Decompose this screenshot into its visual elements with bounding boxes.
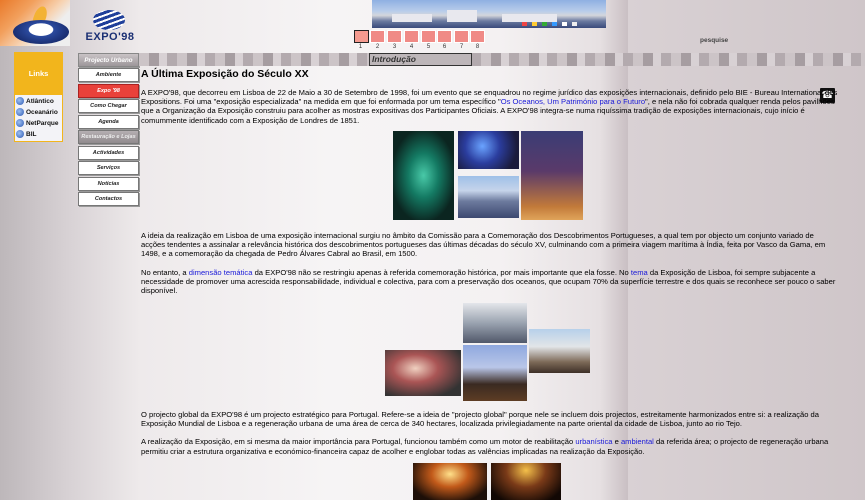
nav-item-como-chegar[interactable]: Como Chegar xyxy=(78,99,139,113)
nav-header-projecto-urbano[interactable]: Projecto Urbano xyxy=(78,53,139,67)
link-ambiental[interactable]: ambiental xyxy=(621,437,654,446)
link-label: Atlântico xyxy=(26,97,54,105)
page-number-4[interactable]: 4 xyxy=(404,44,419,50)
photo-night-tower xyxy=(521,131,583,220)
atlantico-icon xyxy=(16,97,24,105)
link-tema[interactable]: tema xyxy=(631,268,648,277)
nav-item-agenda[interactable]: Agenda xyxy=(78,115,139,129)
links-title: Links xyxy=(28,69,49,78)
photo-night-show xyxy=(413,463,487,500)
page-box-7[interactable] xyxy=(454,30,469,43)
nav-item-noticias[interactable]: Notícias xyxy=(78,177,139,191)
link-dimensao-tematica[interactable]: dimensão temática xyxy=(189,268,253,277)
p3-text-b: da EXPO'98 não se restringiu apenas à re… xyxy=(252,267,631,277)
links-list: Atlântico Oceanário NetParque BIL xyxy=(15,95,62,141)
photo-stage xyxy=(458,131,519,169)
nav-item-actividades[interactable]: Actividades xyxy=(78,146,139,160)
p5-text-b: e xyxy=(612,437,621,447)
page-box-8[interactable] xyxy=(470,30,485,43)
page-box-1[interactable] xyxy=(354,30,369,43)
page-box-3[interactable] xyxy=(387,30,402,43)
paragraph-5: A realização da Exposição, em si mesma d… xyxy=(141,437,838,455)
link-tema-oceanos[interactable]: Os Oceanos, Um Património para o Futuro xyxy=(501,97,645,106)
link-oceanario[interactable]: Oceanário xyxy=(16,107,62,117)
content-block-3: O projecto global da EXPO'98 é um projec… xyxy=(141,410,838,465)
paragraph-3: No entanto, a dimensão temática da EXPO'… xyxy=(141,268,838,296)
links-panel: Links Atlântico Oceanário NetParque BIL xyxy=(14,52,63,142)
nav-item-ambiente[interactable]: Ambiente xyxy=(78,68,139,82)
link-label: BIL xyxy=(26,130,37,138)
page-box-5[interactable] xyxy=(421,30,436,43)
search-link[interactable]: pesquise xyxy=(700,37,728,44)
link-label: Oceanário xyxy=(26,108,58,116)
page-box-6[interactable] xyxy=(437,30,452,43)
section-bar xyxy=(139,53,865,66)
page-number-3[interactable]: 3 xyxy=(387,44,402,50)
page-number-5[interactable]: 5 xyxy=(421,44,436,50)
nav-item-contactos[interactable]: Contactos xyxy=(78,192,139,206)
page-number-1[interactable]: 1 xyxy=(353,44,368,50)
nav-item-expo98[interactable]: Expo '98 xyxy=(78,84,139,98)
link-netparque[interactable]: NetParque xyxy=(16,118,62,128)
photo-performers xyxy=(385,350,461,396)
paragraph-1: A EXPO'98, que decorreu em Lisboa de 22 … xyxy=(141,88,838,125)
nav-item-servicos[interactable]: Serviços xyxy=(78,161,139,175)
expo-left-logo xyxy=(0,0,70,46)
paragraph-2: A ideia da realização em Lisboa de uma e… xyxy=(141,231,826,259)
oceanario-icon xyxy=(16,108,24,116)
tab-introducao[interactable]: Introdução xyxy=(369,53,472,66)
page-title: A Última Exposição do Século XX xyxy=(141,68,309,80)
photo-musicians xyxy=(529,329,590,373)
page-number-8[interactable]: 8 xyxy=(470,44,485,50)
page-number-2[interactable]: 2 xyxy=(370,44,385,50)
bil-icon xyxy=(16,130,24,138)
page-number-6[interactable]: 6 xyxy=(437,44,452,50)
link-urbanistica[interactable]: urbanística xyxy=(575,437,612,446)
photo-ship xyxy=(463,345,527,401)
photo-sculpture xyxy=(393,131,454,220)
photo-crowd xyxy=(458,176,519,218)
netparque-icon xyxy=(16,119,24,127)
nav-item-restauracao[interactable]: Restauração e Lojas xyxy=(78,130,139,144)
content-block-2: A ideia da realização em Lisboa de uma e… xyxy=(141,231,838,304)
p5-text-a: A realização da Exposição, em si mesma d… xyxy=(141,437,576,447)
expo98-logo-text: EXPO'98 xyxy=(85,31,135,43)
link-bil[interactable]: BIL xyxy=(16,129,62,139)
page-box-2[interactable] xyxy=(370,30,385,43)
expo98-logo[interactable]: EXPO'98 xyxy=(82,8,138,46)
page-box-4[interactable] xyxy=(404,30,419,43)
link-atlantico[interactable]: Atlântico xyxy=(16,96,62,106)
page-number-7[interactable]: 7 xyxy=(454,44,469,50)
photo-fireworks xyxy=(491,463,561,500)
p3-text-a: No entanto, a xyxy=(141,267,189,277)
link-label: NetParque xyxy=(26,119,59,127)
header-banner-photo xyxy=(372,0,606,28)
photo-water xyxy=(463,303,527,343)
paragraph-4: O projecto global da EXPO'98 é um projec… xyxy=(141,410,820,429)
main-content: A Última Exposição do Século XX A EXPO'9… xyxy=(141,68,838,125)
